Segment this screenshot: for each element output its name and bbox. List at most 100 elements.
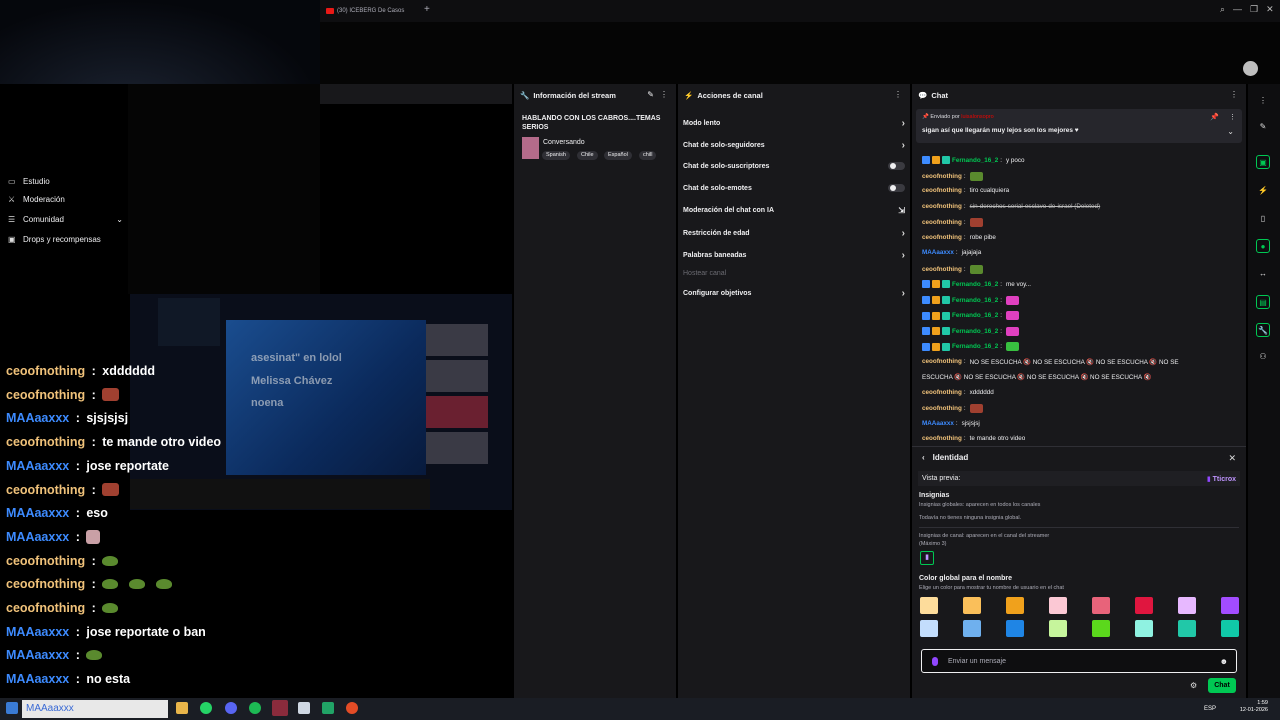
- sidebar-item-moderacion[interactable]: ⚔ Moderación: [8, 195, 123, 204]
- action-row[interactable]: Moderación del chat con IA ⇲: [683, 206, 905, 215]
- chat-username[interactable]: Fernando_16_2: [952, 328, 998, 335]
- emote-picker-icon[interactable]: ☻: [1220, 657, 1228, 666]
- more-options-icon[interactable]: ⋮: [1229, 113, 1236, 121]
- color-swatch[interactable]: [920, 597, 938, 614]
- chat-username[interactable]: ceoofnothing: [922, 266, 962, 273]
- spotify-icon[interactable]: [249, 702, 261, 714]
- profile-avatar[interactable]: [1243, 61, 1258, 76]
- gear-icon[interactable]: ⚙: [1190, 681, 1197, 690]
- color-swatch[interactable]: [1049, 620, 1067, 637]
- chat-username[interactable]: Fernando_16_2: [952, 157, 998, 164]
- color-swatch[interactable]: [1092, 597, 1110, 614]
- search-icon[interactable]: ⌕: [1220, 4, 1225, 15]
- chat-username[interactable]: ceoofnothing: [922, 405, 962, 412]
- more-options-icon[interactable]: ⋮: [660, 90, 668, 99]
- close-icon[interactable]: ✕: [1266, 4, 1274, 15]
- color-swatch[interactable]: [1221, 597, 1239, 614]
- action-row[interactable]: Modo lento ›: [683, 118, 905, 129]
- panel-icon[interactable]: ▤: [1256, 295, 1270, 309]
- browser-tab[interactable]: (30) ICEBERG De Casos: [326, 3, 416, 19]
- color-swatch[interactable]: [1092, 620, 1110, 637]
- color-swatch[interactable]: [920, 620, 938, 637]
- color-swatch[interactable]: [1006, 597, 1024, 614]
- whatsapp-icon[interactable]: [200, 702, 212, 714]
- wrench-icon[interactable]: 🔧: [1256, 323, 1270, 337]
- edit-icon[interactable]: ✎: [647, 90, 654, 99]
- lightning-icon[interactable]: ⚡: [1256, 184, 1270, 198]
- sidebar-item-drops[interactable]: ▣ Drops y recompensas: [8, 235, 123, 244]
- chat-username[interactable]: ceoofnothing: [922, 203, 962, 210]
- chat-username[interactable]: Fernando_16_2: [952, 281, 998, 288]
- action-row[interactable]: Chat de solo-seguidores ›: [683, 140, 905, 151]
- app-icon[interactable]: [298, 702, 310, 714]
- pinned-user[interactable]: luisalonsopro: [961, 114, 993, 120]
- maximize-icon[interactable]: ❐: [1250, 4, 1258, 15]
- color-swatch[interactable]: [1006, 620, 1024, 637]
- excel-icon[interactable]: [322, 702, 334, 714]
- color-swatch[interactable]: [963, 620, 981, 637]
- more-options-icon[interactable]: ⋮: [894, 90, 902, 99]
- action-row[interactable]: Chat de solo-suscriptores: [683, 162, 905, 170]
- toggle-switch[interactable]: [888, 184, 905, 192]
- action-row[interactable]: Restricción de edad ›: [683, 228, 905, 239]
- discord-icon[interactable]: [225, 702, 237, 714]
- obs-icon[interactable]: [346, 702, 358, 714]
- chat-username[interactable]: ceoofnothing: [922, 234, 962, 241]
- language-indicator[interactable]: ESP: [1204, 706, 1216, 712]
- tag[interactable]: chill: [639, 151, 657, 160]
- chat-username[interactable]: Fernando_16_2: [952, 343, 998, 350]
- chat-username[interactable]: ceoofnothing: [922, 187, 962, 194]
- color-swatch[interactable]: [1178, 597, 1196, 614]
- external-link-icon[interactable]: ⇲: [898, 206, 905, 215]
- action-row[interactable]: Chat de solo-emotes: [683, 184, 905, 192]
- chevron-down-icon[interactable]: ⌄: [1227, 127, 1234, 136]
- chat-username[interactable]: ceoofnothing: [922, 389, 962, 396]
- taskbar-clock[interactable]: 1:59 12-01-2026: [1240, 700, 1268, 714]
- chat-icon[interactable]: ●: [1256, 239, 1270, 253]
- color-swatch[interactable]: [1049, 597, 1067, 614]
- sidebar-item-comunidad[interactable]: ☰ Comunidad ⌄: [8, 215, 123, 224]
- chat-username[interactable]: ceoofnothing: [922, 435, 962, 442]
- tag[interactable]: Chile: [577, 151, 598, 160]
- color-swatch[interactable]: [1135, 597, 1153, 614]
- color-swatch[interactable]: [1135, 620, 1153, 637]
- more-icon[interactable]: ⋮: [1256, 94, 1270, 108]
- more-options-icon[interactable]: ⋮: [1230, 90, 1238, 99]
- color-swatch[interactable]: [1178, 620, 1196, 637]
- color-swatch[interactable]: [1221, 620, 1239, 637]
- channel-badge-option[interactable]: ▮: [920, 551, 934, 565]
- send-chat-button[interactable]: Chat: [1208, 678, 1236, 693]
- close-icon[interactable]: ✕: [1228, 453, 1236, 464]
- toggle-switch[interactable]: [888, 162, 905, 170]
- start-icon[interactable]: [6, 702, 18, 714]
- lightning-icon: ⚡: [684, 90, 694, 100]
- minimize-icon[interactable]: —: [1233, 4, 1242, 15]
- chat-username[interactable]: MAAaaxxx: [922, 249, 954, 256]
- app-icon[interactable]: [272, 700, 288, 716]
- stream-category[interactable]: Conversando: [543, 139, 585, 146]
- chat-username[interactable]: ceoofnothing: [922, 173, 962, 180]
- activity-icon[interactable]: ↔: [1256, 267, 1270, 281]
- chat-username[interactable]: ceoofnothing: [922, 219, 962, 226]
- back-arrow-icon[interactable]: ‹: [922, 453, 925, 462]
- color-swatch[interactable]: [963, 597, 981, 614]
- folder-icon[interactable]: [176, 702, 188, 714]
- chat-username[interactable]: Fernando_16_2: [952, 312, 998, 319]
- chat-username[interactable]: MAAaaxxx: [922, 420, 954, 427]
- chat-username[interactable]: Fernando_16_2: [952, 297, 998, 304]
- tag[interactable]: Spanish: [542, 151, 570, 160]
- users-icon[interactable]: ⚇: [1256, 350, 1270, 364]
- new-tab-button[interactable]: +: [424, 4, 430, 15]
- tag[interactable]: Español: [604, 151, 632, 160]
- chat-input[interactable]: Enviar un mensaje ☻: [921, 649, 1237, 673]
- video-icon[interactable]: ▣: [1256, 155, 1270, 169]
- action-row[interactable]: Configurar objetivos ›: [683, 288, 905, 299]
- action-row[interactable]: Palabras baneadas ›: [683, 250, 905, 261]
- chat-username[interactable]: ceoofnothing: [922, 358, 962, 365]
- unpin-icon[interactable]: 📌: [1210, 113, 1219, 121]
- overlay-chat-user: MAAaaxxx: [6, 529, 70, 544]
- shield-icon[interactable]: ▯: [1256, 212, 1270, 226]
- wand-icon[interactable]: ✎: [1256, 120, 1270, 134]
- taskbar-search[interactable]: MAAaaxxx: [22, 700, 168, 718]
- sidebar-item-estudio[interactable]: ▭ Estudio: [8, 177, 123, 186]
